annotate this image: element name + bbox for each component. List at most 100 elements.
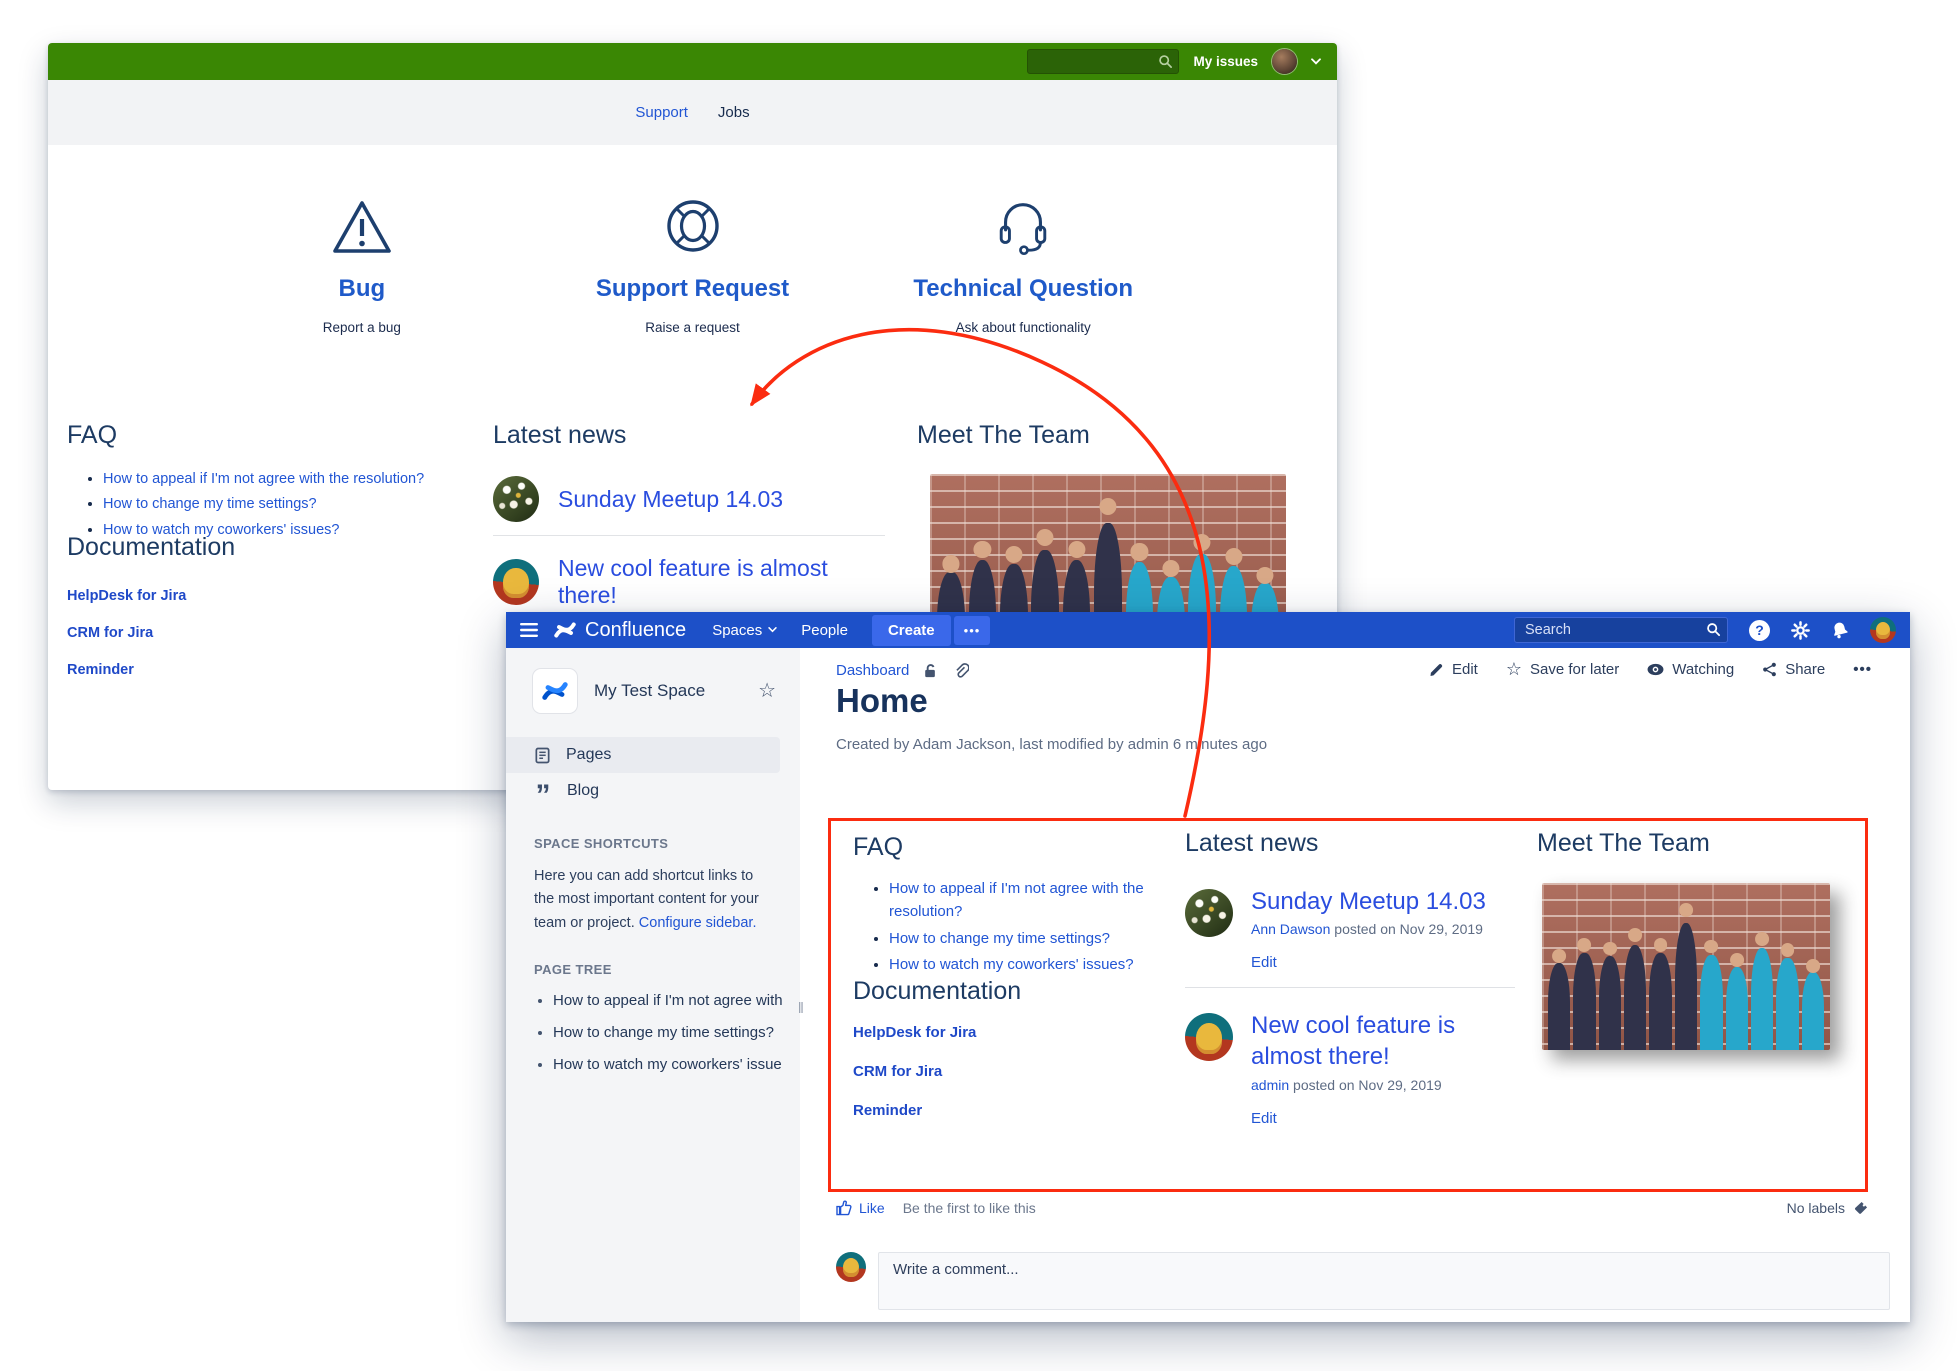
faq-link[interactable]: How to change my time settings? [103,496,317,512]
list-item: How to watch my coworkers' issues? [889,953,1168,976]
product-name: Confluence [585,619,686,642]
page-tree-item[interactable]: How to change my time settings? [553,1024,800,1041]
warning-triangle-icon [197,187,528,259]
doc-link[interactable]: CRM for Jira [67,625,447,641]
share-button[interactable]: Share [1762,661,1825,678]
news-item-meta: Ann Dawson posted on Nov 29, 2019 [1251,921,1515,937]
pages-icon [534,747,551,764]
star-icon[interactable]: ☆ [758,681,776,701]
like-button[interactable]: Like [836,1200,885,1216]
doc-link[interactable]: Reminder [853,1102,1021,1119]
person-figure [1599,956,1621,1050]
comment-input[interactable] [878,1252,1890,1310]
nav-people[interactable]: People [801,622,848,639]
news-avatar [1185,889,1233,937]
faq-link[interactable]: How to change my time settings? [889,930,1110,947]
doc-link[interactable]: CRM for Jira [853,1063,1021,1080]
help-icon[interactable]: ? [1749,620,1770,641]
portal-tab-bar: Support Jobs [48,80,1337,145]
eye-icon [1647,663,1664,676]
save-for-later-button[interactable]: ☆ Save for later [1506,660,1619,678]
confluence-logo[interactable]: Confluence [554,619,686,642]
nav-spaces[interactable]: Spaces [712,622,777,639]
news-item-title[interactable]: Sunday Meetup 14.03 [558,486,783,513]
my-issues-link[interactable]: My issues [1193,54,1258,69]
hamburger-icon[interactable] [520,623,538,637]
news-item-title[interactable]: Sunday Meetup 14.03 [1251,886,1515,917]
edit-news-link[interactable]: Edit [1251,954,1277,971]
sidebar-item-blog[interactable]: ” Blog [506,773,800,809]
portal-search-input[interactable] [1027,49,1179,74]
author-link[interactable]: Ann Dawson [1251,921,1330,937]
configure-sidebar-link[interactable]: Configure sidebar. [639,915,757,931]
request-type-technical-question[interactable]: Technical Question Ask about functionali… [858,187,1189,335]
request-description: Ask about functionality [858,320,1189,335]
edit-button[interactable]: Edit [1429,661,1478,678]
portal-search [1027,49,1179,74]
comment-avatar [836,1252,866,1282]
documentation-title: Documentation [853,977,1021,1006]
annotation-red-box: FAQ How to appeal if I'm not agree with … [828,818,1868,1192]
comment-area [836,1252,1890,1310]
request-type-bug[interactable]: Bug Report a bug [197,187,528,335]
no-labels-text: No labels [1787,1200,1845,1216]
faq-title: FAQ [67,421,462,450]
team-title: Meet The Team [1537,829,1867,858]
person-figure [1624,945,1646,1050]
page-more-button[interactable]: ••• [1853,661,1872,678]
team-photo [1542,883,1830,1050]
space-logo[interactable] [533,669,577,713]
chevron-down-icon[interactable] [1311,58,1321,65]
doc-link[interactable]: Reminder [67,662,447,678]
sidebar-item-label: Pages [566,746,611,764]
request-type-support-request[interactable]: Support Request Raise a request [527,187,858,335]
user-avatar[interactable] [1272,49,1297,74]
author-link[interactable]: admin [1251,1077,1289,1093]
portal-news-section: Latest news Sunday Meetup 14.03 New cool… [493,421,885,609]
chevron-down-icon [768,627,777,633]
news-item: Sunday Meetup 14.03 [493,476,885,522]
request-label: Support Request [527,275,858,303]
header-avatar[interactable] [1870,617,1896,643]
settings-gear-icon[interactable] [1791,621,1810,640]
news-item-title[interactable]: New cool feature is almost there! [1251,1010,1515,1072]
edit-news-link[interactable]: Edit [1251,1110,1277,1127]
news-item: Sunday Meetup 14.03 Ann Dawson posted on… [1185,886,1515,972]
breadcrumb: Dashboard [836,662,969,679]
documentation-title: Documentation [67,533,447,562]
header-more-button[interactable]: ••• [954,616,991,645]
page-tree-item[interactable]: How to watch my coworkers' issue [553,1056,800,1073]
confluence-search [1514,617,1728,643]
paperclip-icon[interactable] [952,662,969,679]
notifications-bell-icon[interactable] [1831,621,1849,639]
watching-button[interactable]: Watching [1647,661,1734,678]
create-button[interactable]: Create [872,615,951,646]
faq-link[interactable]: How to watch my coworkers' issues? [889,956,1134,973]
person-figure [1573,953,1595,1050]
news-section: Latest news Sunday Meetup 14.03 Ann Daws… [1185,829,1515,1128]
page-tree-item[interactable]: How to appeal if I'm not agree with [553,992,800,1009]
news-avatar [493,559,539,605]
doc-link[interactable]: HelpDesk for Jira [67,588,447,604]
news-avatar [493,476,539,522]
confluence-search-input[interactable] [1514,617,1728,643]
portal-faq-section: FAQ How to appeal if I'm not agree with … [67,421,462,543]
faq-link[interactable]: How to appeal if I'm not agree with the … [103,471,424,487]
unlock-icon[interactable] [922,662,939,679]
confluence-mark-icon [554,619,576,641]
doc-link[interactable]: HelpDesk for Jira [853,1024,1021,1041]
breadcrumb-dashboard[interactable]: Dashboard [836,662,909,679]
faq-link[interactable]: How to appeal if I'm not agree with the … [889,880,1144,920]
team-photo-figures [1548,883,1825,1050]
sidebar-resize-handle[interactable]: ‖ [798,1000,804,1017]
star-icon: ☆ [1506,660,1522,678]
tab-support[interactable]: Support [635,104,688,121]
labels-control[interactable]: No labels [1787,1200,1868,1216]
tab-jobs[interactable]: Jobs [718,104,750,121]
request-label: Technical Question [858,275,1189,303]
news-item-title[interactable]: New cool feature is almost there! [558,555,885,609]
page-tree-title: PAGE TREE [534,962,800,977]
shortcuts-text: Here you can add shortcut links to the m… [534,865,776,935]
sidebar-item-pages[interactable]: Pages [506,737,780,773]
faq-list: How to appeal if I'm not agree with the … [889,877,1168,976]
